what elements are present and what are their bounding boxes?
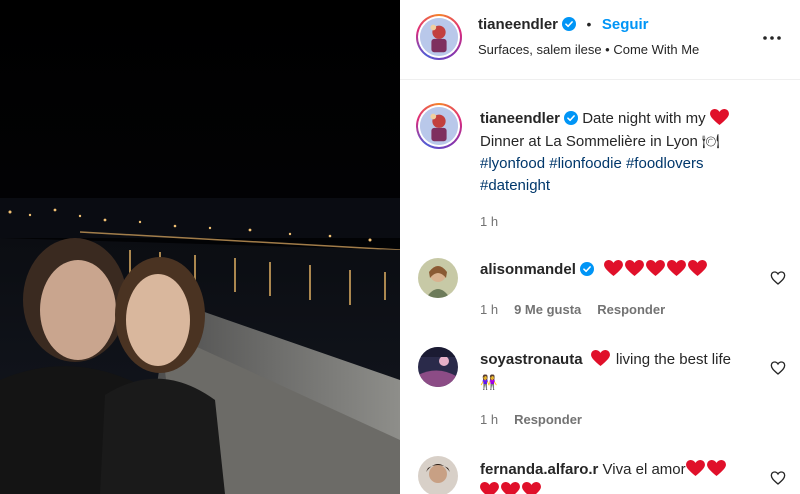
red-heart-icon bbox=[625, 260, 644, 277]
red-heart-icon bbox=[590, 350, 610, 367]
author-username[interactable]: tianeendler bbox=[478, 16, 558, 33]
author-avatar[interactable] bbox=[416, 14, 462, 60]
heart-outline-icon[interactable] bbox=[770, 360, 786, 376]
verified-badge-icon bbox=[564, 111, 579, 125]
caption-text-line1: Date night with my bbox=[582, 110, 706, 127]
more-options-icon[interactable] bbox=[760, 26, 784, 50]
red-heart-icon bbox=[522, 482, 541, 494]
red-heart-icon bbox=[688, 260, 707, 277]
post-photo[interactable] bbox=[0, 0, 400, 494]
couple-emoji-icon: 👭 bbox=[480, 374, 498, 390]
commenter-avatar[interactable] bbox=[418, 258, 458, 298]
avatar-picture-icon bbox=[420, 107, 458, 145]
red-heart-icon bbox=[501, 482, 520, 494]
verified-badge-icon bbox=[579, 262, 594, 276]
red-heart-icon bbox=[667, 260, 686, 277]
post-header: tianeendler • Seguir Surfaces, salem ile… bbox=[400, 0, 800, 80]
separator-dot: • bbox=[586, 16, 592, 32]
comment-username[interactable]: fernanda.alfaro.r bbox=[480, 461, 598, 478]
avatar-picture-icon bbox=[420, 18, 458, 56]
caption-username[interactable]: tianeendler bbox=[480, 110, 560, 127]
verified-badge-icon bbox=[562, 17, 577, 31]
heart-outline-icon[interactable] bbox=[770, 270, 786, 286]
red-heart-icon bbox=[646, 260, 665, 277]
comment-meta: 1 h 9 Me gusta Responder bbox=[480, 302, 665, 317]
post-caption: tianeendler Date night with my Dinner at… bbox=[480, 108, 780, 197]
comment-meta: 1 h Responder bbox=[480, 412, 582, 427]
avatar-picture-icon bbox=[418, 347, 458, 387]
reply-button[interactable]: Responder bbox=[597, 302, 665, 317]
red-heart-icon bbox=[709, 109, 729, 126]
heart-outline-icon[interactable] bbox=[770, 470, 786, 486]
reply-button[interactable]: Responder bbox=[514, 412, 582, 427]
red-heart-icon bbox=[706, 460, 726, 477]
comment-timestamp[interactable]: 1 h bbox=[480, 412, 498, 427]
audio-track-link[interactable]: Surfaces, salem ilese • Come With Me bbox=[478, 42, 699, 57]
comment: soyastronauta living the best life 👭 bbox=[480, 349, 731, 394]
comment-hearts bbox=[604, 259, 709, 281]
night-selfie-image bbox=[0, 0, 400, 494]
avatar-picture-icon bbox=[418, 456, 458, 494]
caption-author-avatar[interactable] bbox=[416, 103, 462, 149]
comment-timestamp[interactable]: 1 h bbox=[480, 302, 498, 317]
red-heart-icon bbox=[604, 260, 623, 277]
red-heart-icon bbox=[480, 482, 499, 494]
avatar-picture-icon bbox=[418, 258, 458, 298]
comment-text: living the best life bbox=[615, 351, 731, 368]
hashtag-link[interactable]: #datenight bbox=[480, 177, 550, 194]
hashtag-link[interactable]: #lyonfood bbox=[480, 155, 545, 172]
hashtag-link[interactable]: #foodlovers bbox=[626, 155, 704, 172]
caption-text-line2: Dinner at La Sommelière in Lyon bbox=[480, 133, 698, 150]
comment-username[interactable]: alisonmandel bbox=[480, 261, 576, 278]
hashtag-link[interactable]: #lionfoodie bbox=[549, 155, 622, 172]
comment: fernanda.alfaro.r Viva el amor bbox=[480, 459, 728, 494]
plate-icon: 🍽 bbox=[702, 133, 720, 149]
commenter-avatar[interactable] bbox=[418, 456, 458, 494]
caption-timestamp[interactable]: 1 h bbox=[480, 214, 498, 229]
comment: alisonmandel bbox=[480, 259, 709, 281]
comment-likes-count[interactable]: 9 Me gusta bbox=[514, 302, 581, 317]
comment-username[interactable]: soyastronauta bbox=[480, 351, 583, 368]
commenter-avatar[interactable] bbox=[418, 347, 458, 387]
comment-text: Viva el amor bbox=[602, 461, 686, 478]
red-heart-icon bbox=[685, 460, 705, 477]
follow-button[interactable]: Seguir bbox=[602, 16, 649, 33]
post-side-panel: tianeendler • Seguir Surfaces, salem ile… bbox=[400, 0, 800, 494]
